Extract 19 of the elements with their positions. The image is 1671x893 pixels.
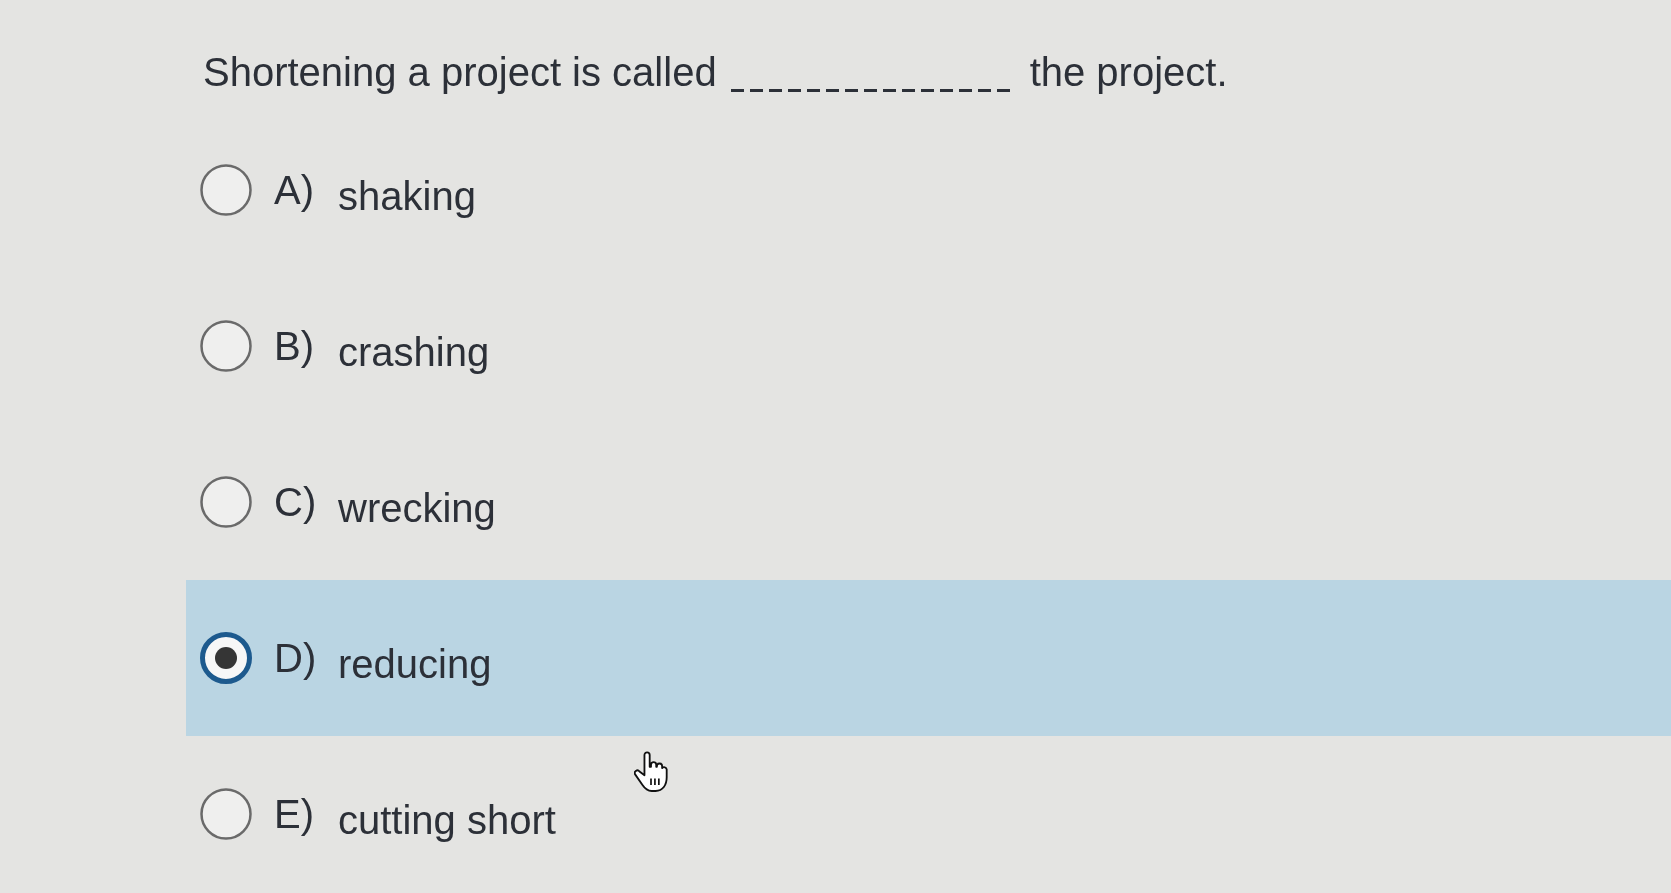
option-letter: B) <box>274 323 315 370</box>
option-text: wrecking <box>338 485 496 532</box>
question-text: Shortening a project is called <box>203 50 717 94</box>
option-letter: D) <box>274 635 318 682</box>
option-text: reducing <box>338 641 492 688</box>
option-letter: C) <box>274 479 318 526</box>
option-text: cutting short <box>338 797 556 844</box>
hand-pointer-cursor-icon <box>634 751 668 793</box>
radio-button-icon[interactable] <box>200 788 252 840</box>
option-letter: A) <box>274 167 315 214</box>
question-text: the project. <box>1029 50 1228 94</box>
option-text: shaking <box>338 173 476 220</box>
option-letter: E) <box>274 791 315 838</box>
option-text: crashing <box>338 329 490 376</box>
radio-button-icon[interactable] <box>200 164 252 216</box>
radio-button-checked-icon[interactable] <box>200 632 252 684</box>
radio-button-icon[interactable] <box>200 320 252 372</box>
radio-button-icon[interactable] <box>200 476 252 528</box>
selected-answer-highlight[interactable]: D) reducing <box>186 580 1671 736</box>
